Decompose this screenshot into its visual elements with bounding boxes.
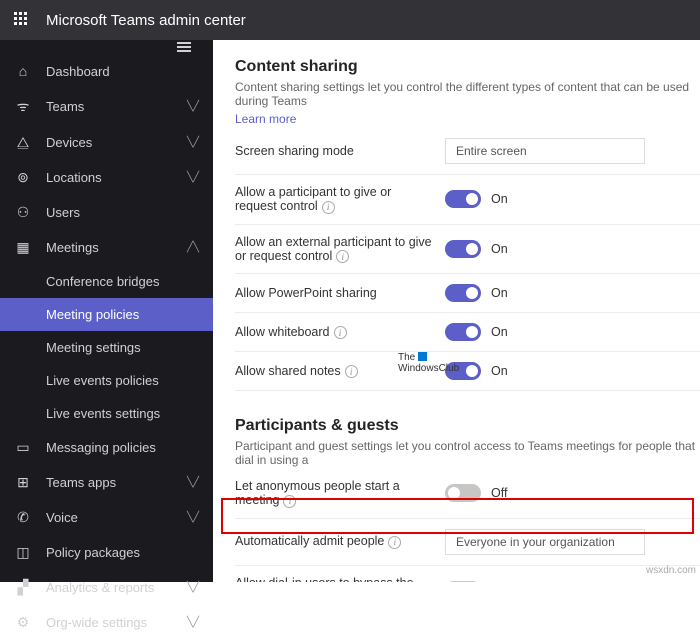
setting-label: Screen sharing mode (235, 144, 445, 158)
setting-row: Allow dial-in users to bypass the lobbyi… (235, 566, 700, 583)
sidebar-item-devices[interactable]: ⧋ Devices╲╱ (0, 125, 213, 160)
learn-more-link[interactable]: Learn more (235, 112, 296, 126)
setting-label: Allow dial-in users to bypass the lobbyi (235, 576, 445, 583)
watermark: The WindowsClub (398, 352, 459, 374)
sidebar-item-teams-apps[interactable]: ⊞ Teams apps╲╱ (0, 465, 213, 500)
sidebar: ⌂DashboardᯤTeams╲╱⧋Devices╲╱⊚Locations╲╱… (0, 40, 213, 582)
toggle-state: On (491, 192, 508, 206)
nav-icon: ⚇ (14, 204, 32, 221)
sidebar-subitem[interactable]: Meeting policies (0, 298, 213, 331)
setting-row: Allow PowerPoint sharing On (235, 274, 700, 313)
info-icon[interactable]: i (388, 536, 401, 549)
nav-icon: ▦ (14, 239, 32, 256)
setting-row: Automatically admit peopleiEveryone in y… (235, 519, 700, 566)
toggle[interactable] (445, 484, 481, 502)
sidebar-subitem[interactable]: Meeting settings (0, 331, 213, 364)
info-icon[interactable]: i (345, 365, 358, 378)
toggle[interactable] (445, 323, 481, 341)
setting-row: Allow a participant to give or request c… (235, 175, 700, 225)
logo-square-icon (418, 352, 427, 361)
waffle-icon[interactable] (14, 12, 30, 28)
sidebar-item-analytics-reports[interactable]: ▞Analytics & reports╲╱ (0, 570, 213, 605)
toggle-state: On (491, 364, 508, 378)
nav-label: Teams (46, 99, 187, 114)
nav-label: Meetings (46, 240, 187, 255)
info-icon[interactable]: i (334, 326, 347, 339)
hamburger-icon (177, 40, 191, 54)
sidebar-item-org-wide-settings[interactable]: ⚙ Org-wide settings╲╱ (0, 605, 213, 640)
setting-label: Automatically admit peoplei (235, 534, 445, 549)
sidebar-item-users[interactable]: ⚇ Users (0, 195, 213, 230)
toggle[interactable] (445, 190, 481, 208)
section-desc: Content sharing settings let you control… (235, 80, 700, 108)
toggle-state: Off (491, 486, 507, 500)
nav-icon: ◫ (14, 544, 32, 561)
sidebar-item-meetings[interactable]: ▦ Meetings╱╲ (0, 230, 213, 265)
nav-label: Users (46, 205, 199, 220)
setting-label: Allow PowerPoint sharing (235, 286, 445, 300)
nav-label: Dashboard (46, 64, 199, 79)
chevron-down-icon: ╲╱ (187, 512, 199, 523)
toggle[interactable] (445, 284, 481, 302)
chevron-down-icon: ╲╱ (187, 172, 199, 183)
nav-label: Locations (46, 170, 187, 185)
select-box[interactable]: Entire screen (445, 138, 645, 164)
info-icon[interactable]: i (336, 250, 349, 263)
nav-icon: ⊚ (14, 169, 32, 186)
chevron-down-icon: ╲╱ (187, 477, 199, 488)
section-title: Participants & guests (235, 417, 700, 435)
nav-label: Devices (46, 135, 187, 150)
toggle-state: On (491, 325, 508, 339)
sidebar-subitem[interactable]: Conference bridges (0, 265, 213, 298)
sidebar-subitem[interactable]: Live events settings (0, 397, 213, 430)
nav-label: Teams apps (46, 475, 187, 490)
nav-icon: ✆ (14, 509, 32, 526)
chevron-down-icon: ╲╱ (187, 582, 199, 593)
nav-label: Policy packages (46, 545, 199, 560)
main-content: Content sharing Content sharing settings… (213, 40, 700, 582)
toggle-state: On (491, 286, 508, 300)
setting-row: Screen sharing modeEntire screen (235, 128, 700, 175)
setting-row: Allow an external participant to give or… (235, 225, 700, 275)
nav-icon: ⊞ (14, 474, 32, 491)
credit-text: wsxdn.com (646, 565, 696, 576)
nav-label: Analytics & reports (46, 580, 187, 595)
toggle[interactable] (445, 240, 481, 258)
sidebar-item-teams[interactable]: ᯤ Teams╲╱ (0, 88, 213, 125)
sidebar-item-messaging-policies[interactable]: ▭ Messaging policies (0, 430, 213, 465)
collapse-button[interactable] (0, 40, 213, 54)
info-icon[interactable]: i (283, 495, 296, 508)
setting-row: Allow shared notesiOn (235, 352, 700, 391)
nav-label: Org-wide settings (46, 615, 187, 630)
setting-row: Let anonymous people start a meetingi Off (235, 469, 700, 519)
section-title: Content sharing (235, 58, 700, 76)
app-header: Microsoft Teams admin center (0, 0, 700, 40)
setting-row: Allow whiteboardi On (235, 313, 700, 352)
select-box[interactable]: Everyone in your organization (445, 529, 645, 555)
setting-label: Allow an external participant to give or… (235, 235, 445, 264)
sidebar-item-policy-packages[interactable]: ◫ Policy packages (0, 535, 213, 570)
setting-label: Allow a participant to give or request c… (235, 185, 445, 214)
sidebar-item-voice[interactable]: ✆ Voice╲╱ (0, 500, 213, 535)
chevron-down-icon: ╲╱ (187, 101, 199, 112)
setting-label: Allow whiteboardi (235, 325, 445, 340)
info-icon[interactable]: i (322, 201, 335, 214)
app-title: Microsoft Teams admin center (46, 12, 246, 29)
sidebar-item-locations[interactable]: ⊚ Locations╲╱ (0, 160, 213, 195)
setting-label: Let anonymous people start a meetingi (235, 479, 445, 508)
nav-label: Messaging policies (46, 440, 199, 455)
chevron-down-icon: ╲╱ (187, 617, 199, 628)
nav-icon: ⌂ (14, 63, 32, 79)
nav-icon: ▭ (14, 439, 32, 456)
nav-icon: ᯤ (14, 97, 32, 116)
nav-label: Voice (46, 510, 187, 525)
nav-icon: ⧋ (14, 134, 32, 151)
sidebar-item-dashboard[interactable]: ⌂ Dashboard (0, 54, 213, 88)
section-desc: Participant and guest settings let you c… (235, 439, 700, 467)
chevron-down-icon: ╲╱ (187, 137, 199, 148)
toggle-state: On (491, 242, 508, 256)
nav-icon: ⚙ (14, 614, 32, 631)
sidebar-subitem[interactable]: Live events policies (0, 364, 213, 397)
chevron-up-icon: ╱╲ (187, 242, 199, 253)
